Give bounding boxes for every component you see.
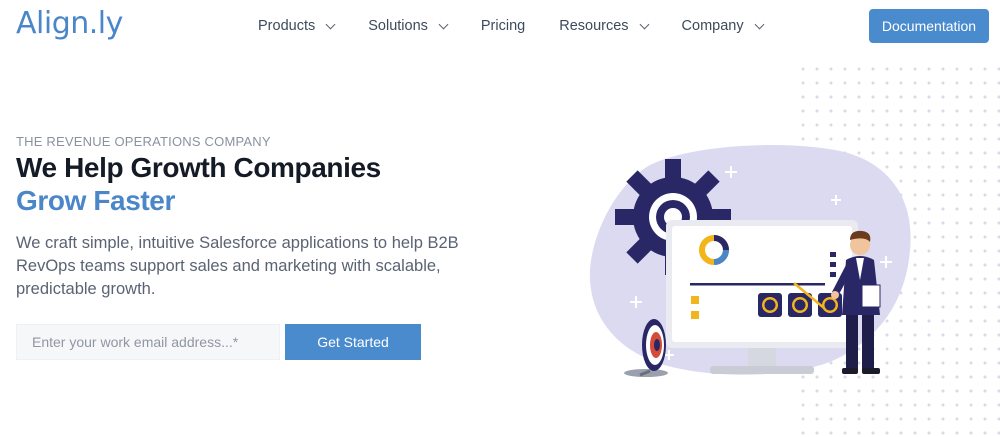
site-header: Align.ly Products Solutions Pricing Reso… [0, 0, 1000, 54]
hero-headline: We Help Growth Companies [16, 152, 381, 183]
nav-pricing[interactable]: Pricing [481, 18, 525, 34]
chevron-down-icon [754, 19, 765, 29]
nav-resources[interactable]: Resources [559, 18, 649, 34]
nav-company-label: Company [681, 18, 744, 34]
hero-headline-accent: Grow Faster [16, 185, 175, 216]
hero-eyebrow: THE REVENUE OPERATIONS COMPANY [16, 134, 271, 149]
main-nav: Products Solutions Pricing Resources Com… [258, 18, 797, 34]
chevron-down-icon [639, 19, 649, 29]
nav-company[interactable]: Company [681, 18, 765, 34]
chevron-down-icon [325, 19, 336, 29]
logo[interactable]: Align.ly [16, 6, 123, 41]
nav-pricing-label: Pricing [480, 18, 526, 34]
nav-resources-label: Resources [559, 18, 629, 34]
get-started-button[interactable]: Get Started [285, 324, 421, 360]
documentation-button[interactable]: Documentation [869, 9, 989, 43]
email-input[interactable] [16, 324, 280, 360]
nav-solutions[interactable]: Solutions [368, 18, 449, 34]
chevron-down-icon [438, 19, 449, 29]
tiles [758, 293, 842, 317]
hero-illustration [589, 145, 911, 377]
nav-products-label: Products [258, 18, 316, 34]
nav-solutions-label: Solutions [368, 18, 428, 34]
nav-products[interactable]: Products [258, 18, 336, 34]
hero-description: We craft simple, intuitive Salesforce ap… [16, 234, 459, 298]
